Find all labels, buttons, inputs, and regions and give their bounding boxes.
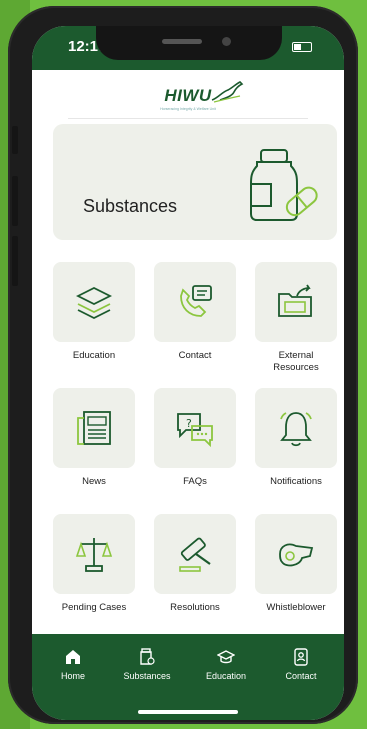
tab-label: Substances bbox=[123, 671, 171, 681]
tile-education[interactable]: Education bbox=[53, 262, 135, 362]
home-indicator[interactable] bbox=[138, 710, 238, 714]
battery-icon bbox=[292, 42, 312, 52]
gavel-icon bbox=[179, 537, 211, 572]
scales-icon bbox=[75, 538, 113, 572]
tile-label: Education bbox=[72, 350, 116, 361]
mute-switch bbox=[12, 126, 18, 154]
home-icon bbox=[66, 650, 80, 664]
camera-notch bbox=[96, 26, 282, 60]
app-logo: HIWU Horseracing Integrity & Welfare Uni… bbox=[32, 78, 344, 118]
tile-label: News bbox=[82, 476, 106, 487]
tile-contact[interactable]: Contact bbox=[154, 262, 236, 362]
tile-resolutions[interactable]: Resolutions bbox=[154, 514, 236, 614]
tile-label: Whistleblower bbox=[266, 602, 326, 613]
tile-label: Resolutions bbox=[170, 602, 220, 613]
tab-label: Contact bbox=[285, 671, 317, 681]
tab-label: Home bbox=[60, 671, 85, 681]
tile-label: Notifications bbox=[270, 476, 322, 487]
pill-bottle-icon bbox=[250, 149, 318, 221]
speaker-grille bbox=[162, 39, 202, 44]
phone-frame: 12:17 5G HIWU Horseracing Integrity & We… bbox=[8, 6, 358, 724]
graduation-cap-icon bbox=[217, 650, 235, 664]
substances-card-label: Substances bbox=[83, 196, 178, 216]
folder-share-icon bbox=[278, 284, 312, 317]
logo-text: HIWU bbox=[164, 86, 212, 105]
bell-icon bbox=[280, 412, 312, 447]
tile-label: Pending Cases bbox=[61, 602, 127, 613]
whistle-icon bbox=[279, 543, 314, 567]
tile-label: Contact bbox=[178, 350, 212, 361]
tile-external-resources[interactable]: External Resources bbox=[255, 262, 337, 374]
tile-notifications[interactable]: Notifications bbox=[255, 388, 337, 488]
pill-bottle-icon bbox=[140, 648, 155, 665]
tab-substances[interactable]: Substances bbox=[116, 648, 178, 681]
question-bubbles-icon: ? bbox=[177, 413, 213, 448]
volume-up-button bbox=[12, 176, 18, 226]
tile-label: External Resources bbox=[273, 350, 319, 373]
tab-contact[interactable]: Contact bbox=[270, 648, 332, 681]
phone-chat-icon bbox=[180, 285, 212, 317]
app-screen: 12:17 5G HIWU Horseracing Integrity & We… bbox=[32, 26, 344, 720]
graduation-cap-icon bbox=[75, 286, 113, 320]
logo-subtitle: Horseracing Integrity & Welfare Unit bbox=[160, 107, 216, 111]
tile-pending-cases[interactable]: Pending Cases bbox=[53, 514, 135, 614]
tab-education[interactable]: Education bbox=[195, 648, 257, 681]
tab-home[interactable]: Home bbox=[42, 648, 104, 681]
bottom-tab-bar: Home Substances Education Contact bbox=[32, 634, 344, 720]
volume-down-button bbox=[12, 236, 18, 286]
tile-faqs[interactable]: ? FAQs bbox=[154, 388, 236, 488]
front-camera bbox=[222, 37, 231, 46]
tab-label: Education bbox=[205, 671, 247, 681]
newspaper-icon bbox=[77, 411, 111, 445]
header-divider bbox=[68, 118, 308, 119]
tile-label: FAQs bbox=[183, 476, 207, 487]
horse-logo-icon bbox=[211, 81, 244, 103]
tile-news[interactable]: News bbox=[53, 388, 135, 488]
tile-whistleblower[interactable]: Whistleblower bbox=[255, 514, 337, 614]
substances-card[interactable]: Substances bbox=[53, 124, 337, 240]
contact-book-icon bbox=[294, 648, 308, 666]
